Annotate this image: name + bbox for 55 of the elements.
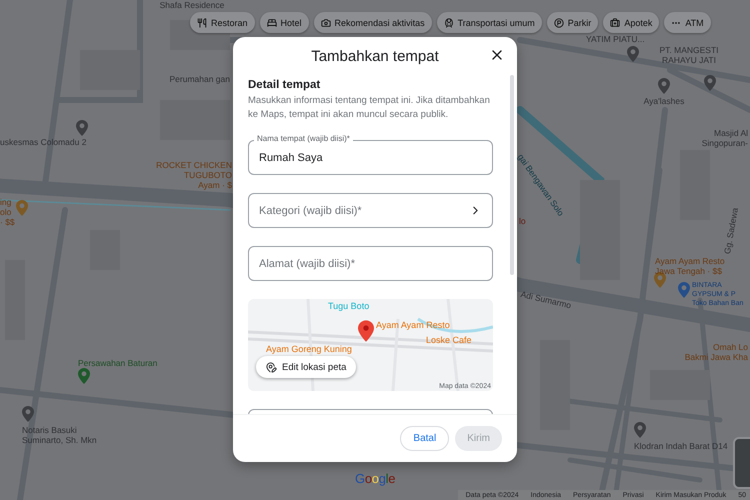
- pin-edit-icon: [266, 362, 277, 372]
- map-pin-icon: [78, 368, 90, 384]
- category-chip[interactable]: Restoran: [190, 12, 255, 33]
- map-label: Ayam Goreng Kuning: [266, 344, 352, 354]
- address-field[interactable]: Alamat (wajib diisi)*: [248, 246, 493, 281]
- map-label: uskesmas Colomadu 2: [0, 137, 86, 147]
- location-pin-icon: [358, 320, 374, 342]
- map-label: Perumahan gan: [170, 74, 230, 84]
- map-label: ROCKET CHICKEN TUGUBOTO Ayam · $: [156, 160, 232, 190]
- map-pin-icon: [634, 422, 646, 438]
- category-chip[interactable]: Rekomendasi aktivitas: [314, 12, 432, 33]
- google-logo: Google: [355, 471, 396, 486]
- map-pin-icon: [22, 406, 34, 422]
- edit-location-button[interactable]: Edit lokasi peta: [256, 356, 356, 378]
- map-label: Notaris Basuki Suminarto, Sh. Mkn: [22, 425, 97, 445]
- map-label: PT. MANGESTI RAHAYU JATI: [659, 45, 719, 65]
- train-icon: [444, 18, 454, 28]
- category-field[interactable]: Kategori (wajib diisi)*: [248, 193, 493, 228]
- fork-knife-icon: [197, 18, 207, 28]
- section-description: Masukkan informasi tentang tempat ini. Jika ditambahkan ke Maps, tempat ini akan muncul secara publik.: [248, 94, 491, 122]
- map-label: Persawahan Baturan: [78, 358, 158, 368]
- bed-icon: [266, 18, 277, 28]
- map-pin-icon: [678, 282, 690, 298]
- map-label: Shafa Residence: [160, 0, 224, 10]
- map-pin-icon: [627, 46, 639, 62]
- map-label: Gg. Sadewa: [722, 206, 740, 255]
- parking-icon: [554, 18, 564, 28]
- map-pin-icon: [76, 120, 88, 136]
- map-label: Masjid Al Singopuran-: [702, 128, 748, 148]
- map-label: Omah Lo Bakmi Jawa Kha: [684, 342, 748, 362]
- map-label: ing olo · $$: [0, 197, 15, 227]
- map-label: lo: [519, 216, 526, 226]
- map-label: Ayam Ayam Resto Jawa Tengah · $$: [655, 256, 725, 276]
- category-chip[interactable]: Apotek: [603, 12, 660, 33]
- section-title: Detail tempat: [248, 79, 322, 91]
- map-label: YATIM PIATU...: [586, 34, 645, 44]
- camera-icon: [320, 18, 331, 28]
- category-chip[interactable]: Transportasi umum: [436, 12, 542, 33]
- map-label: Tugu Boto: [328, 301, 370, 311]
- scrollbar[interactable]: [510, 75, 514, 275]
- map-label: Loske Cafe: [426, 335, 472, 345]
- category-chip[interactable]: Hotel: [260, 12, 309, 33]
- map-label: Adi Sumarmo: [520, 289, 572, 310]
- map-pin-icon: [16, 200, 28, 216]
- map-label: Ayam Ayam Resto: [376, 320, 450, 330]
- map-pin-icon: [658, 78, 670, 94]
- cancel-button[interactable]: Batal: [400, 426, 450, 451]
- map-label: Aya'lashes: [644, 96, 684, 106]
- category-chip[interactable]: ATM: [664, 12, 711, 33]
- dialog-title: Tambahkan tempat: [311, 48, 439, 64]
- medical-kit-icon: [610, 18, 620, 28]
- field-label: Nama tempat (wajib diisi)*: [254, 134, 353, 143]
- map-pin-icon: [704, 75, 716, 91]
- map-label: Klodran Indah Barat D14: [634, 441, 728, 451]
- category-chip[interactable]: Parkir: [546, 12, 598, 33]
